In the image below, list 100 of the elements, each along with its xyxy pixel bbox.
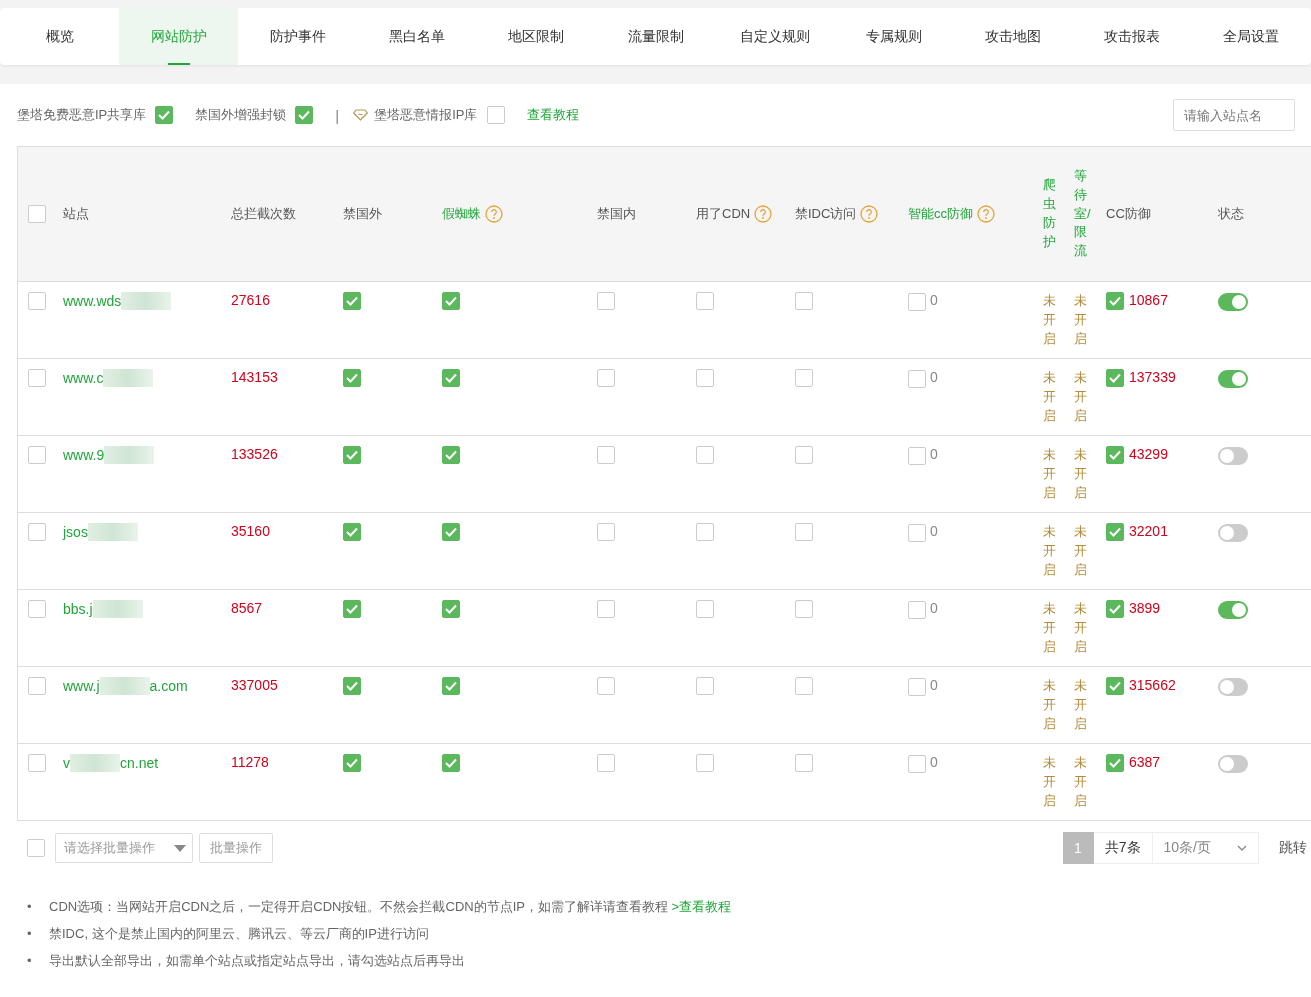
checkbox[interactable]: [343, 446, 361, 464]
checkbox[interactable]: [486, 106, 505, 124]
checkbox[interactable]: [343, 754, 361, 772]
toggle-switch[interactable]: [1218, 370, 1248, 388]
checkbox[interactable]: [28, 292, 46, 310]
checkbox[interactable]: [696, 369, 714, 387]
site-link[interactable]: jsos: [63, 524, 88, 540]
checkbox[interactable]: [442, 523, 460, 541]
checkbox[interactable]: [795, 600, 813, 618]
status-text[interactable]: 未开启: [1043, 677, 1056, 734]
checkbox[interactable]: [1106, 600, 1124, 618]
site-link[interactable]: cn.net: [120, 755, 159, 771]
checkbox[interactable]: [1106, 677, 1124, 695]
checkbox[interactable]: [597, 754, 615, 772]
toggle-switch[interactable]: [1218, 524, 1248, 542]
checkbox[interactable]: [795, 523, 813, 541]
checkbox[interactable]: [908, 369, 926, 388]
checkbox[interactable]: [442, 446, 460, 464]
status-text[interactable]: 未开启: [1043, 523, 1056, 580]
checkbox[interactable]: [908, 523, 926, 542]
status-text[interactable]: 未开启: [1074, 292, 1087, 349]
status-text[interactable]: 未开启: [1074, 754, 1087, 811]
checkbox[interactable]: [28, 754, 46, 772]
status-text[interactable]: 未开启: [1074, 446, 1087, 503]
checkbox[interactable]: [1106, 369, 1124, 387]
checkbox[interactable]: [442, 600, 460, 618]
toggle-switch[interactable]: [1218, 447, 1248, 465]
help-icon[interactable]: [485, 205, 503, 223]
checkbox[interactable]: [343, 292, 361, 310]
tab[interactable]: 黑白名单: [357, 8, 477, 65]
checkbox[interactable]: [343, 369, 361, 387]
status-text[interactable]: 未开启: [1043, 600, 1056, 657]
site-link[interactable]: www.j: [63, 678, 100, 694]
checkbox[interactable]: [28, 446, 46, 464]
checkbox[interactable]: [696, 523, 714, 541]
status-text[interactable]: 未开启: [1043, 446, 1056, 503]
checkbox[interactable]: [696, 446, 714, 464]
toggle-switch[interactable]: [1218, 678, 1248, 696]
status-text[interactable]: 未开启: [1074, 369, 1087, 426]
checkbox[interactable]: [597, 369, 615, 387]
checkbox[interactable]: [795, 677, 813, 695]
checkbox[interactable]: [343, 523, 361, 541]
checkbox[interactable]: [795, 446, 813, 464]
help-icon[interactable]: [977, 205, 995, 223]
checkbox[interactable]: [1106, 754, 1124, 772]
checkbox[interactable]: [28, 600, 46, 618]
tab[interactable]: 全局设置: [1191, 8, 1311, 65]
checkbox[interactable]: [28, 369, 46, 387]
tab[interactable]: 地区限制: [476, 8, 596, 65]
tab[interactable]: 专属规则: [834, 8, 954, 65]
tab[interactable]: 攻击地图: [953, 8, 1073, 65]
tutorial-link[interactable]: >查看教程: [671, 899, 732, 914]
checkbox[interactable]: [908, 292, 926, 311]
checkbox[interactable]: [597, 292, 615, 310]
checkbox[interactable]: [597, 446, 615, 464]
checkbox[interactable]: [1106, 292, 1124, 310]
site-link[interactable]: a.com: [149, 678, 188, 694]
status-text[interactable]: 未开启: [1043, 292, 1056, 349]
checkbox[interactable]: [1106, 523, 1124, 541]
help-icon[interactable]: [754, 205, 773, 223]
help-icon[interactable]: [860, 205, 879, 223]
checkbox[interactable]: [597, 677, 615, 695]
checkbox[interactable]: [27, 839, 45, 857]
checkbox[interactable]: [696, 292, 714, 310]
tab[interactable]: 防护事件: [238, 8, 358, 65]
checkbox[interactable]: [908, 446, 926, 465]
checkbox[interactable]: [795, 754, 813, 772]
checkbox[interactable]: [155, 106, 174, 124]
tab[interactable]: 流量限制: [595, 8, 716, 65]
checkbox[interactable]: [597, 600, 615, 618]
checkbox[interactable]: [696, 677, 714, 695]
checkbox[interactable]: [442, 369, 460, 387]
batch-button[interactable]: 批量操作: [199, 833, 273, 863]
site-link[interactable]: www.wds: [63, 293, 122, 309]
toggle-switch[interactable]: [1218, 755, 1248, 773]
page-size-select[interactable]: 10条/页: [1152, 832, 1259, 864]
checkbox[interactable]: [343, 677, 361, 695]
checkbox[interactable]: [28, 205, 46, 223]
status-text[interactable]: 未开启: [1074, 600, 1087, 657]
checkbox[interactable]: [295, 106, 314, 124]
tab[interactable]: 概览: [0, 8, 120, 65]
checkbox[interactable]: [795, 292, 813, 310]
checkbox[interactable]: [442, 754, 460, 772]
checkbox[interactable]: [795, 369, 813, 387]
site-link[interactable]: v: [63, 755, 70, 771]
checkbox[interactable]: [696, 754, 714, 772]
status-text[interactable]: 未开启: [1043, 369, 1056, 426]
tutorial-link[interactable]: 查看教程: [526, 106, 579, 124]
site-link[interactable]: www.c: [63, 370, 104, 386]
checkbox[interactable]: [442, 677, 460, 695]
checkbox[interactable]: [696, 600, 714, 618]
checkbox[interactable]: [28, 677, 46, 695]
search-field[interactable]: 请输入站点名: [1173, 99, 1295, 131]
tab[interactable]: 攻击报表: [1072, 8, 1192, 65]
tab[interactable]: 自定义规则: [715, 8, 835, 65]
site-link[interactable]: www.9: [63, 447, 105, 463]
checkbox[interactable]: [343, 600, 361, 618]
tab[interactable]: 网站防护: [119, 8, 239, 65]
checkbox[interactable]: [908, 677, 926, 696]
toggle-switch[interactable]: [1218, 293, 1248, 311]
